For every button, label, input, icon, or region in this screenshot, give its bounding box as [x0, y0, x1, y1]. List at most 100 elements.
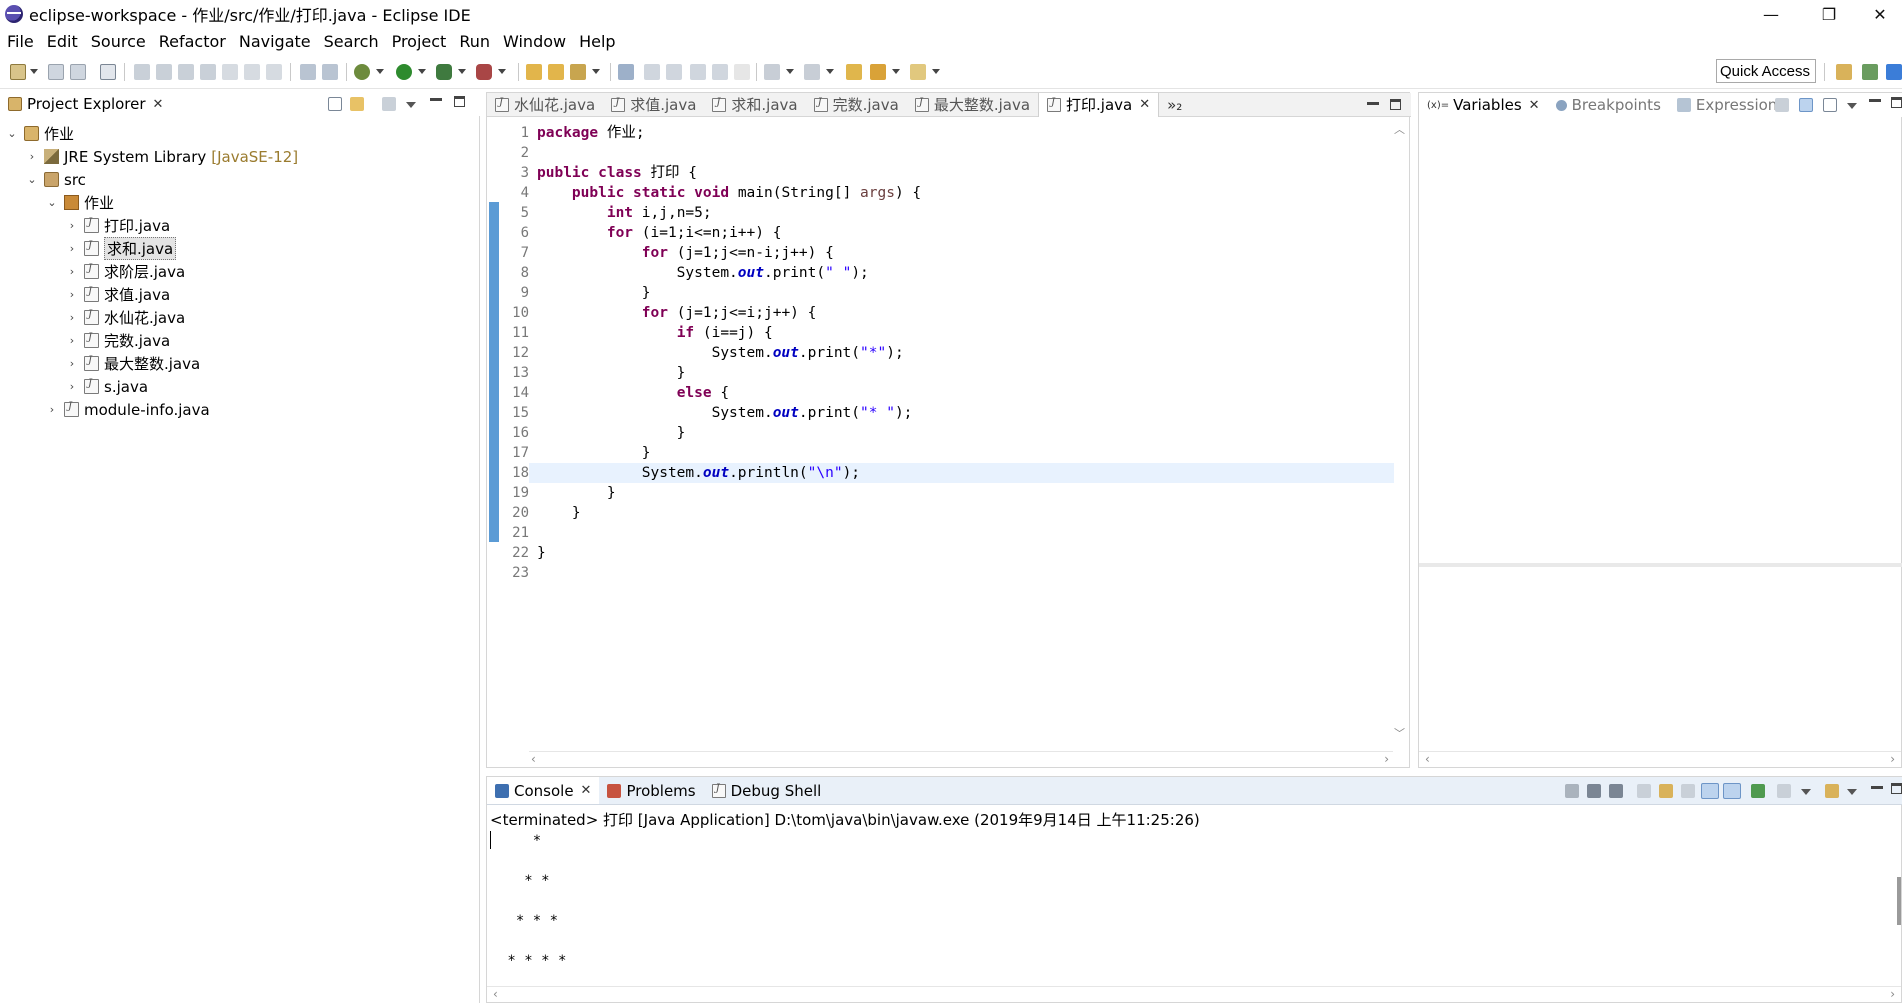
filters-icon[interactable]	[382, 97, 396, 111]
code-line[interactable]: }	[529, 503, 1394, 523]
scroll-right-icon[interactable]: ›	[1890, 752, 1895, 766]
chevron-right-icon[interactable]: ›	[66, 380, 78, 393]
chevron-right-icon[interactable]: ›	[66, 265, 78, 278]
tree-file-row[interactable]: › 求阶层.java	[66, 260, 185, 283]
menu-project[interactable]: Project	[385, 32, 453, 51]
new-class-dropdown-icon[interactable]	[592, 69, 600, 74]
chevron-right-icon[interactable]: ›	[66, 242, 78, 255]
more-tabs-button[interactable]: »₂	[1159, 93, 1190, 117]
code-area[interactable]: package 作业; public class 打印 { public sta…	[529, 123, 1394, 583]
tree-src-row[interactable]: ⌄ src	[26, 168, 86, 191]
editor-vertical-scrollbar[interactable]: ︿ ﹀	[1391, 121, 1407, 741]
tree-package-row[interactable]: ⌄ 作业	[46, 191, 114, 214]
code-line[interactable]: }	[529, 423, 1394, 443]
show-type-names-icon[interactable]	[1775, 98, 1789, 112]
previous-annotation-icon[interactable]	[804, 64, 820, 80]
tab-debug-shell[interactable]: Debug Shell	[704, 779, 830, 803]
scroll-right-icon[interactable]: ›	[1890, 987, 1895, 1001]
code-line[interactable]: }	[529, 443, 1394, 463]
scroll-left-icon[interactable]: ‹	[493, 987, 498, 1001]
tab-active-file[interactable]: 打印.java ✕	[1038, 92, 1160, 117]
minimize-icon[interactable]	[1367, 102, 1379, 105]
tab-file[interactable]: 水仙花.java	[487, 93, 603, 117]
collapse-all-icon[interactable]	[328, 97, 342, 111]
minimize-icon[interactable]	[1871, 786, 1883, 789]
disconnect-icon[interactable]	[200, 64, 216, 80]
code-line[interactable]: }	[529, 483, 1394, 503]
word-wrap-icon[interactable]	[1681, 784, 1695, 798]
code-line[interactable]: else {	[529, 383, 1394, 403]
suspend-icon[interactable]	[156, 64, 172, 80]
tab-project-explorer[interactable]: Project Explorer ✕	[0, 92, 171, 116]
tab-console[interactable]: Console ✕	[487, 777, 600, 804]
tab-file[interactable]: 求值.java	[603, 93, 704, 117]
tree-jre-row[interactable]: › JRE System Library [JavaSE-12]	[26, 145, 298, 168]
close-icon[interactable]: ✕	[1529, 98, 1540, 113]
display-selected-console-icon[interactable]	[1777, 784, 1791, 798]
use-step-filters-icon[interactable]	[300, 64, 316, 80]
coverage-icon[interactable]	[436, 64, 452, 80]
step-into-icon[interactable]	[222, 64, 238, 80]
skip-breakpoints-icon[interactable]	[100, 64, 116, 80]
chevron-right-icon[interactable]: ›	[66, 311, 78, 324]
save-icon[interactable]	[48, 64, 64, 80]
save-all-icon[interactable]	[70, 64, 86, 80]
tree-file-row[interactable]: › s.java	[66, 375, 148, 398]
next-annotation-icon[interactable]	[764, 64, 780, 80]
java-perspective-icon[interactable]	[1862, 64, 1878, 80]
tab-file[interactable]: 最大整数.java	[907, 93, 1038, 117]
show-on-stderr-icon[interactable]	[1723, 783, 1741, 799]
tab-file[interactable]: 求和.java	[704, 93, 805, 117]
chevron-right-icon[interactable]: ›	[26, 150, 38, 163]
minimize-icon[interactable]	[1869, 99, 1881, 102]
back-icon[interactable]	[870, 64, 886, 80]
chevron-right-icon[interactable]: ›	[46, 403, 58, 416]
menu-file[interactable]: File	[0, 32, 40, 51]
close-icon[interactable]: ✕	[581, 783, 592, 798]
maximize-icon[interactable]	[454, 96, 465, 107]
chevron-right-icon[interactable]: ›	[66, 357, 78, 370]
pilcrow-icon[interactable]	[734, 64, 750, 80]
debug-icon[interactable]	[354, 64, 370, 80]
details-horizontal-scrollbar[interactable]: ‹ ›	[1419, 751, 1901, 767]
tree-file-row[interactable]: › 完数.java	[66, 329, 170, 352]
tree-file-row[interactable]: › 打印.java	[66, 214, 170, 237]
code-line[interactable]	[529, 563, 1394, 583]
tree-file-row[interactable]: › 求和.java	[66, 237, 177, 260]
previous-annotation-dropdown-icon[interactable]	[826, 69, 834, 74]
toggle-block-selection-icon[interactable]	[690, 64, 706, 80]
collapse-all-icon[interactable]	[1823, 98, 1837, 112]
new-dropdown-icon[interactable]	[30, 69, 38, 74]
maximize-icon[interactable]	[1891, 97, 1902, 108]
new-class-icon[interactable]	[570, 64, 586, 80]
open-console-icon[interactable]	[1825, 784, 1839, 798]
code-line[interactable]: int i,j,n=5;	[529, 203, 1394, 223]
code-line[interactable]: for (j=1;j<=i;j++) {	[529, 303, 1394, 323]
open-task-icon[interactable]	[618, 64, 634, 80]
new-icon[interactable]	[10, 64, 26, 80]
minimize-icon[interactable]	[430, 98, 442, 101]
code-line[interactable]: }	[529, 363, 1394, 383]
close-icon[interactable]: ✕	[1858, 0, 1902, 28]
run-dropdown-icon[interactable]	[418, 69, 426, 74]
link-with-editor-icon[interactable]	[350, 97, 364, 111]
debug-perspective-icon[interactable]	[1886, 64, 1902, 80]
new-package-icon[interactable]	[548, 64, 564, 80]
console-vertical-scrollbar[interactable]	[1897, 877, 1901, 925]
tree-project-row[interactable]: ⌄ 作业	[6, 122, 74, 145]
tree-file-row[interactable]: › 水仙花.java	[66, 306, 185, 329]
code-line[interactable]: public class 打印 {	[529, 163, 1394, 183]
menu-help[interactable]: Help	[572, 32, 621, 51]
menu-refactor[interactable]: Refactor	[152, 32, 232, 51]
remove-launch-icon[interactable]	[1587, 784, 1601, 798]
editor-horizontal-scrollbar[interactable]: ‹ ›	[529, 751, 1393, 767]
maximize-icon[interactable]	[1891, 783, 1902, 794]
pin-console-icon[interactable]	[1751, 784, 1765, 798]
quick-access-input[interactable]	[1716, 59, 1816, 83]
show-on-stdout-icon[interactable]	[1701, 783, 1719, 799]
close-icon[interactable]: ✕	[1139, 97, 1150, 112]
scroll-lock-icon[interactable]	[1659, 784, 1673, 798]
show-whitespace-icon[interactable]	[712, 64, 728, 80]
code-line[interactable]: }	[529, 283, 1394, 303]
code-line[interactable]: System.out.print("*");	[529, 343, 1394, 363]
